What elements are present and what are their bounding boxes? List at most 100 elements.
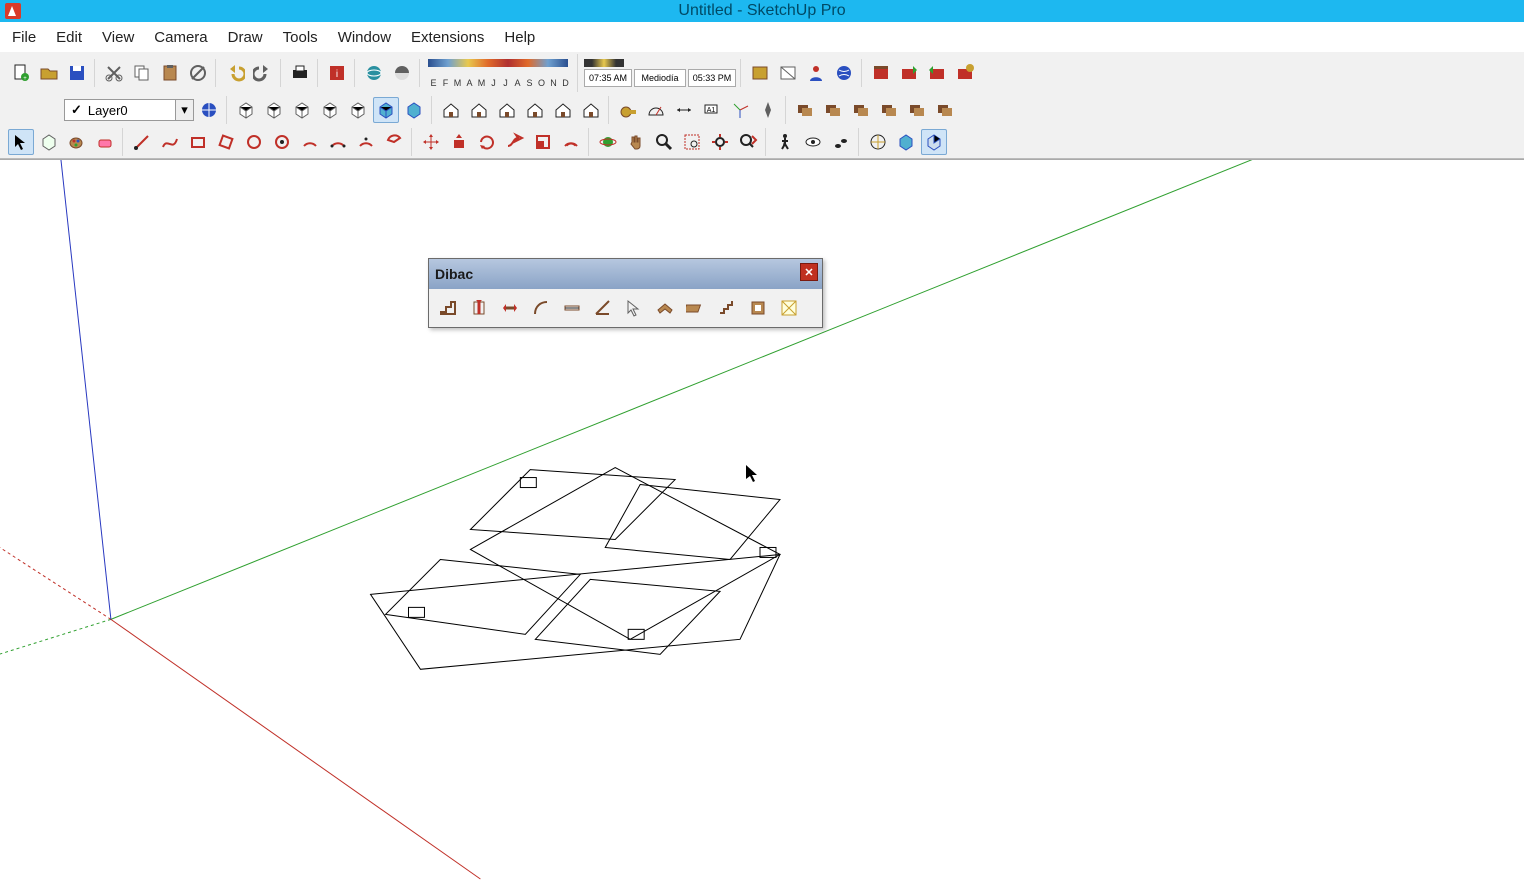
3ptarc-button[interactable] [353, 129, 379, 155]
dim-button[interactable] [671, 97, 697, 123]
house-2-button[interactable] [466, 97, 492, 123]
ext-3-button[interactable] [924, 60, 950, 86]
view-front-button[interactable] [289, 97, 315, 123]
gr-5-button[interactable] [904, 97, 930, 123]
menu-extensions[interactable]: Extensions [401, 25, 494, 50]
rotate-button[interactable] [474, 129, 500, 155]
redo-button[interactable] [250, 60, 276, 86]
view-persp-button[interactable] [401, 97, 427, 123]
house-5-button[interactable] [550, 97, 576, 123]
paste-button[interactable] [157, 60, 183, 86]
print-button[interactable] [287, 60, 313, 86]
move-button[interactable] [418, 129, 444, 155]
view-left-button[interactable] [373, 97, 399, 123]
angular-dim-button[interactable] [588, 293, 618, 323]
close-icon[interactable]: ✕ [800, 263, 818, 281]
menu-draw[interactable]: Draw [218, 25, 273, 50]
arc-button[interactable] [297, 129, 323, 155]
layer-manager-button[interactable] [196, 97, 222, 123]
door-window-button[interactable] [743, 293, 773, 323]
axes-button[interactable] [727, 97, 753, 123]
pan-button[interactable] [623, 129, 649, 155]
line-button[interactable] [129, 129, 155, 155]
followme-button[interactable] [502, 129, 528, 155]
menu-view[interactable]: View [92, 25, 144, 50]
gr-2-button[interactable] [820, 97, 846, 123]
pie-button[interactable] [381, 129, 407, 155]
ext-2-button[interactable] [896, 60, 922, 86]
house-1-button[interactable] [438, 97, 464, 123]
component-button[interactable] [36, 129, 62, 155]
gr-6-button[interactable] [932, 97, 958, 123]
select-button[interactable] [8, 129, 34, 155]
menu-window[interactable]: Window [328, 25, 401, 50]
menu-tools[interactable]: Tools [273, 25, 328, 50]
linear-dim-button[interactable] [557, 293, 587, 323]
view-iso-button[interactable] [233, 97, 259, 123]
gr-3-button[interactable] [848, 97, 874, 123]
ext-1-button[interactable] [868, 60, 894, 86]
menu-help[interactable]: Help [494, 25, 545, 50]
wall-tool-button[interactable] [433, 293, 463, 323]
layer-dropdown[interactable]: ✓ Layer0 ▾ [64, 99, 194, 121]
person-button[interactable] [803, 60, 829, 86]
circle-button[interactable] [241, 129, 267, 155]
paint-button[interactable] [64, 129, 90, 155]
save-button[interactable] [64, 60, 90, 86]
new-file-button[interactable]: + [8, 60, 34, 86]
geo-earth-button[interactable] [361, 60, 387, 86]
xray-button[interactable] [893, 129, 919, 155]
text-button[interactable]: A1 [699, 97, 725, 123]
slab-button[interactable] [681, 293, 711, 323]
open-file-button[interactable] [36, 60, 62, 86]
walkthrough-button[interactable] [828, 129, 854, 155]
menu-edit[interactable]: Edit [46, 25, 92, 50]
section-button[interactable] [865, 129, 891, 155]
globe-button[interactable] [831, 60, 857, 86]
scale-button[interactable] [530, 129, 556, 155]
dibac-toolbar[interactable]: Dibac ✕ [428, 258, 823, 328]
rect-button[interactable] [185, 129, 211, 155]
convert-3d-button[interactable] [774, 293, 804, 323]
stair-button[interactable] [712, 293, 742, 323]
zoom-button[interactable] [651, 129, 677, 155]
zoomext-button[interactable] [707, 129, 733, 155]
compass-button[interactable] [755, 97, 781, 123]
gr-1-button[interactable] [792, 97, 818, 123]
view-top-button[interactable] [261, 97, 287, 123]
model-info-button[interactable]: i [324, 60, 350, 86]
polygon-button[interactable] [269, 129, 295, 155]
rotrect-button[interactable] [213, 129, 239, 155]
orbit-button[interactable] [595, 129, 621, 155]
freehand-button[interactable] [157, 129, 183, 155]
lookaround-button[interactable] [800, 129, 826, 155]
prev-button[interactable] [735, 129, 761, 155]
geo-shade-button[interactable] [389, 60, 415, 86]
undo-button[interactable] [222, 60, 248, 86]
pushpull-button[interactable] [446, 129, 472, 155]
house-4-button[interactable] [522, 97, 548, 123]
cut-button[interactable] [101, 60, 127, 86]
house-3-button[interactable] [494, 97, 520, 123]
open-1-button[interactable] [747, 60, 773, 86]
gr-4-button[interactable] [876, 97, 902, 123]
menu-camera[interactable]: Camera [144, 25, 217, 50]
zoomwin-button[interactable] [679, 129, 705, 155]
menu-file[interactable]: File [2, 25, 46, 50]
2ptarc-button[interactable] [325, 129, 351, 155]
open-2-button[interactable] [775, 60, 801, 86]
offset-button[interactable] [558, 129, 584, 155]
align-tool-button[interactable] [495, 293, 525, 323]
eraser-button[interactable] [92, 129, 118, 155]
walk-button[interactable] [772, 129, 798, 155]
tape-button[interactable] [615, 97, 641, 123]
pick-button[interactable] [619, 293, 649, 323]
curve-wall-button[interactable] [526, 293, 556, 323]
protractor-button[interactable] [643, 97, 669, 123]
house-6-button[interactable] [578, 97, 604, 123]
backedges-button[interactable] [921, 129, 947, 155]
delete-button[interactable] [185, 60, 211, 86]
view-right-button[interactable] [345, 97, 371, 123]
opening-tool-button[interactable] [464, 293, 494, 323]
ext-4-button[interactable] [952, 60, 978, 86]
